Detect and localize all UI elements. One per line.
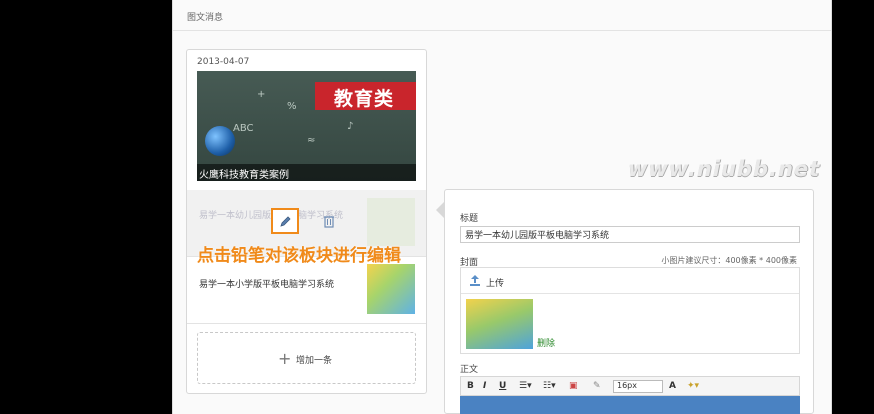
list-item-thumbnail xyxy=(367,264,415,314)
cover-caption: 火鹰科技教育类案例 xyxy=(199,170,289,181)
cover-banner-text: 教育类 xyxy=(334,88,395,110)
cover-size-hint: 小图片建议尺寸：400像素 * 400像素 xyxy=(661,256,797,265)
doodle-text: ABC xyxy=(233,123,254,134)
upload-label: 上传 xyxy=(486,279,505,289)
add-item-label: 增加一条 xyxy=(296,356,333,366)
trash-icon[interactable] xyxy=(323,214,335,228)
instruction-annotation: 点击铅笔对该板块进行编辑 xyxy=(197,246,401,266)
watermark: www.niubb.net xyxy=(628,157,821,181)
eraser-icon[interactable]: ✎ xyxy=(593,381,601,391)
title-label: 标题 xyxy=(460,214,479,224)
doodle-text: ♪ xyxy=(347,121,354,132)
news-date: 2013-04-07 xyxy=(197,57,250,67)
plus-icon: + xyxy=(278,349,292,368)
font-size-select[interactable]: 16px xyxy=(613,380,663,393)
body-label: 正文 xyxy=(460,365,479,375)
unordered-list-icon[interactable]: ☷▾ xyxy=(543,381,556,391)
ordered-list-icon[interactable]: ☰▾ xyxy=(519,381,532,391)
editor-panel: 标题 封面 小图片建议尺寸：400像素 * 400像素 上传 删除 正文 B I… xyxy=(444,189,814,414)
title-input[interactable] xyxy=(460,226,800,243)
upload-icon xyxy=(470,275,480,286)
list-item-thumbnail xyxy=(367,198,415,246)
list-item-title: 易学一本小学版平板电脑学习系统 xyxy=(199,280,335,290)
highlight-icon[interactable]: ✦▾ xyxy=(687,381,699,391)
image-icon[interactable]: ▣ xyxy=(569,381,578,391)
cover-image[interactable]: + % ABC ♪ ≈ 教育类 火鹰科技教育类案例 xyxy=(197,71,416,181)
cover-upload-box: 上传 删除 xyxy=(460,267,800,354)
list-item[interactable]: 易学一本小学版平板电脑学习系统 xyxy=(187,256,426,324)
underline-button[interactable]: U xyxy=(499,381,506,391)
panel-title: 图文消息 xyxy=(187,13,224,23)
editor-pointer-arrow xyxy=(436,202,444,218)
pencil-icon xyxy=(280,216,291,227)
globe-icon xyxy=(205,126,235,156)
cover-preview-image xyxy=(466,299,533,349)
font-color-button[interactable]: A xyxy=(669,381,676,391)
stage: 图文消息 2013-04-07 + % ABC ♪ ≈ 教育类 火鹰科技教育类案… xyxy=(0,0,874,414)
doodle-text: + xyxy=(257,89,266,100)
upload-button[interactable]: 上传 xyxy=(461,268,799,294)
edit-pencil-button[interactable] xyxy=(271,208,299,234)
doodle-text: ≈ xyxy=(307,135,316,146)
delete-cover-link[interactable]: 删除 xyxy=(537,336,555,349)
italic-button[interactable]: I xyxy=(483,381,486,391)
add-item-button[interactable]: + 增加一条 xyxy=(197,332,416,384)
news-card: 2013-04-07 + % ABC ♪ ≈ 教育类 火鹰科技教育类案例 易学一… xyxy=(186,49,427,394)
rich-text-toolbar: B I U ☰▾ ☷▾ ▣ ✎ 16px A ✦▾ xyxy=(460,376,800,396)
doodle-text: % xyxy=(287,101,297,112)
panel-header: 图文消息 xyxy=(173,0,831,31)
editor-content-area[interactable] xyxy=(460,396,800,414)
bold-button[interactable]: B xyxy=(467,381,474,391)
